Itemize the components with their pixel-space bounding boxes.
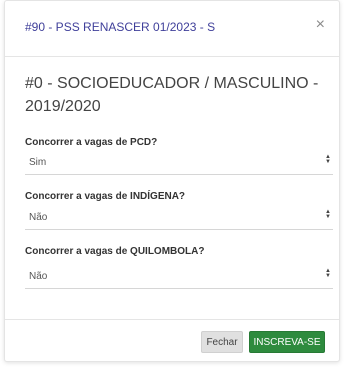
registration-modal: #90 - PSS RENASCER 01/2023 - S × #0 - SO… xyxy=(4,0,340,362)
pcd-label: Concorrer a vagas de PCD? xyxy=(25,137,158,148)
indigena-select[interactable]: Não ▲ ▼ xyxy=(25,208,333,230)
close-button[interactable]: Fechar xyxy=(201,331,243,353)
indigena-select-value: Não xyxy=(29,212,48,223)
select-arrows-icon: ▲ ▼ xyxy=(325,268,331,279)
indigena-label: Concorrer a vagas de INDÍGENA? xyxy=(25,191,186,202)
modal-header: #90 - PSS RENASCER 01/2023 - S × xyxy=(5,1,339,57)
modal-footer xyxy=(5,319,339,320)
select-arrows-icon: ▲ ▼ xyxy=(325,209,331,220)
position-heading: #0 - SOCIOEDUCADOR / MASCULINO - 2019/20… xyxy=(25,75,319,115)
subscribe-button[interactable]: INSCREVA-SE xyxy=(249,331,325,353)
quilombola-select[interactable]: Não ▲ ▼ xyxy=(25,267,333,289)
close-icon[interactable]: × xyxy=(316,17,325,33)
modal-title: #90 - PSS RENASCER 01/2023 - S xyxy=(25,20,216,34)
pcd-select-value: Sim xyxy=(29,157,47,168)
quilombola-label: Concorrer a vagas de QUILOMBOLA? xyxy=(25,246,205,257)
pcd-select[interactable]: Sim ▲ ▼ xyxy=(25,153,333,175)
quilombola-select-value: Não xyxy=(29,271,48,282)
select-arrows-icon: ▲ ▼ xyxy=(325,154,331,165)
